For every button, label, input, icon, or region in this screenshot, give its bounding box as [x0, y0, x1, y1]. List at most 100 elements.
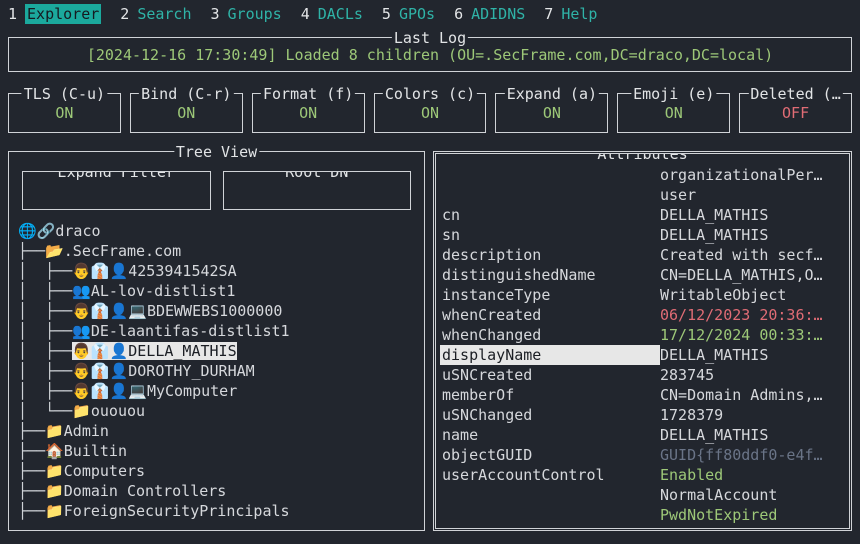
tree-item[interactable]: ├──🏠Builtin	[18, 441, 424, 461]
attribute-value: user	[660, 185, 849, 205]
menu-item-search[interactable]: 2Search	[120, 4, 191, 24]
tree-guide: │ ├──	[18, 322, 72, 340]
toggle-box[interactable]: Expand (a) ON	[495, 93, 608, 133]
tree-guide: ├──	[18, 422, 45, 440]
toggle-title: TLS (C-u)	[22, 84, 107, 104]
link-icon: 🔗	[37, 222, 56, 240]
tree-item-icons: 👥	[72, 282, 91, 300]
menu-item-key: 2	[120, 5, 129, 23]
menu-item-label: Groups	[228, 5, 282, 23]
tree-item-label: .SecFrame.com	[64, 242, 181, 260]
toggles-row: TLS (C-u) ON Bind (C-r) ON Format (f) ON…	[8, 93, 852, 133]
expand-filter-input[interactable]: Expand Filter (objectClass=*)	[22, 171, 211, 210]
attribute-row[interactable]: uSNCreated 283745	[440, 365, 849, 385]
tree-item[interactable]: │ ├──👨👔👤💻BDEWWEBS1000000	[18, 301, 424, 321]
tree-item[interactable]: │ ├──👨👔👤💻MyComputer	[18, 381, 424, 401]
ldap-tree: 🌐🔗draco├──📂.SecFrame.com│ ├──👨👔👤42539415…	[18, 221, 424, 521]
toggle-box[interactable]: Format (f) ON	[252, 93, 365, 133]
tree-item[interactable]: │ ├──👨👔👤DELLA_MATHIS	[18, 341, 424, 361]
attribute-row[interactable]: displayName DELLA_MATHIS	[440, 345, 849, 365]
tree-item-icons: 👨👔👤💻	[72, 302, 147, 320]
menu-item-label: DACLs	[318, 5, 363, 23]
attribute-row[interactable]: cn DELLA_MATHIS	[440, 205, 849, 225]
tree-item[interactable]: ├──📁Admin	[18, 421, 424, 441]
attribute-value: Created with secf…	[660, 245, 849, 265]
attribute-name	[440, 485, 660, 505]
tree-item-icons: 📂	[45, 242, 64, 260]
folder-icon: 📁	[45, 462, 64, 480]
attribute-name: description	[440, 245, 660, 265]
tree-item[interactable]: ├──📁Domain Controllers	[18, 481, 424, 501]
laptop-icon: 💻	[128, 302, 147, 320]
menu-item-help[interactable]: 7Help	[544, 4, 597, 24]
attribute-value: DELLA_MATHIS	[660, 205, 849, 225]
last-log-box: Last Log [2024-12-16 17:30:49] Loaded 8 …	[8, 37, 852, 72]
tree-item-icons: 🌐🔗	[18, 222, 55, 240]
tree-item[interactable]: 🌐🔗draco	[18, 221, 424, 241]
tree-guide: │ ├──	[18, 362, 72, 380]
attribute-row[interactable]: uSNChanged 1728379	[440, 405, 849, 425]
attribute-row[interactable]: instanceType WritableObject	[440, 285, 849, 305]
attribute-row[interactable]: organizationalPer…	[440, 165, 849, 185]
root-dn-input[interactable]: Root DN DC=draco,DC=local	[223, 171, 412, 210]
toggle-box[interactable]: Emoji (e) ON	[617, 93, 730, 133]
menu-item-gpos[interactable]: 5GPOs	[382, 4, 435, 24]
attribute-row[interactable]: whenChanged 17/12/2024 00:33:…	[440, 325, 849, 345]
attribute-value: NormalAccount	[660, 485, 849, 505]
attribute-row[interactable]: distinguishedName CN=DELLA_MATHIS,O…	[440, 265, 849, 285]
toggle-box[interactable]: Bind (C-r) ON	[130, 93, 243, 133]
attribute-name: name	[440, 425, 660, 445]
toggle-box[interactable]: Deleted (… OFF	[739, 93, 852, 133]
house-icon: 🏠	[45, 442, 64, 460]
tree-item-icons: 📁	[45, 502, 64, 520]
folder-icon: 📁	[45, 482, 64, 500]
tree-item-label: Builtin	[64, 442, 127, 460]
tree-item[interactable]: ├──📁Computers	[18, 461, 424, 481]
toggle-title: Format (f)	[261, 84, 355, 104]
attribute-row[interactable]: user	[440, 185, 849, 205]
tree-view-panel: Tree View Expand Filter (objectClass=*) …	[8, 151, 425, 531]
menu-item-label: Help	[561, 5, 597, 23]
necktie-icon: 👔	[91, 342, 110, 360]
tree-item[interactable]: ├──📁ForeignSecurityPrincipals	[18, 501, 424, 521]
bust-icon: 👤	[110, 262, 129, 280]
attribute-row[interactable]: sn DELLA_MATHIS	[440, 225, 849, 245]
tree-item[interactable]: │ ├──👥AL-lov-distlist1	[18, 281, 424, 301]
tree-item-icons: 👨👔👤	[72, 362, 128, 380]
attribute-row[interactable]: memberOf CN=Domain Admins,…	[440, 385, 849, 405]
menu-item-dacls[interactable]: 4DACLs	[301, 4, 363, 24]
tree-guide: ├──	[18, 502, 45, 520]
attribute-name: memberOf	[440, 385, 660, 405]
tree-guide: ├──	[18, 482, 45, 500]
tree-guide: ├──	[18, 442, 45, 460]
toggle-title: Bind (C-r)	[139, 84, 233, 104]
attribute-row[interactable]: PwdNotExpired	[440, 505, 849, 525]
menu-item-label: Explorer	[25, 4, 101, 24]
tree-item[interactable]: │ ├──👥DE-laantifas-distlist1	[18, 321, 424, 341]
person-icon: 👨	[72, 262, 91, 280]
tree-guide: │ ├──	[18, 302, 72, 320]
menu-item-groups[interactable]: 3 Groups	[211, 4, 282, 24]
tree-item[interactable]: │ ├──👨👔👤DOROTHY_DURHAM	[18, 361, 424, 381]
person-icon: 👨	[72, 382, 91, 400]
tree-item-label: AL-lov-distlist1	[91, 282, 236, 300]
person-icon: 👨	[72, 342, 91, 360]
tree-item[interactable]: │ └──📁ououou	[18, 401, 424, 421]
attribute-row[interactable]: userAccountControl Enabled	[440, 465, 849, 485]
attribute-row[interactable]: NormalAccount	[440, 485, 849, 505]
toggle-box[interactable]: Colors (c) ON	[374, 93, 487, 133]
attribute-row[interactable]: description Created with secf…	[440, 245, 849, 265]
tree-item-label: MyComputer	[147, 382, 237, 400]
attributes-title: Attributes	[595, 151, 689, 164]
toggle-box[interactable]: TLS (C-u) ON	[8, 93, 121, 133]
tree-guide: │ ├──	[18, 342, 72, 360]
attribute-row[interactable]: name DELLA_MATHIS	[440, 425, 849, 445]
attribute-row[interactable]: objectGUID GUID{ff80ddf0-e4f…	[440, 445, 849, 465]
menu-item-key: 3	[211, 5, 220, 23]
tree-item[interactable]: │ ├──👨👔👤4253941542SA	[18, 261, 424, 281]
menu-item-label: GPOs	[399, 5, 435, 23]
menu-item-adidns[interactable]: 6ADIDNS	[454, 4, 525, 24]
menu-item-explorer[interactable]: 1Explorer	[8, 4, 101, 24]
attribute-row[interactable]: whenCreated 06/12/2023 20:36:…	[440, 305, 849, 325]
tree-item[interactable]: ├──📂.SecFrame.com	[18, 241, 424, 261]
